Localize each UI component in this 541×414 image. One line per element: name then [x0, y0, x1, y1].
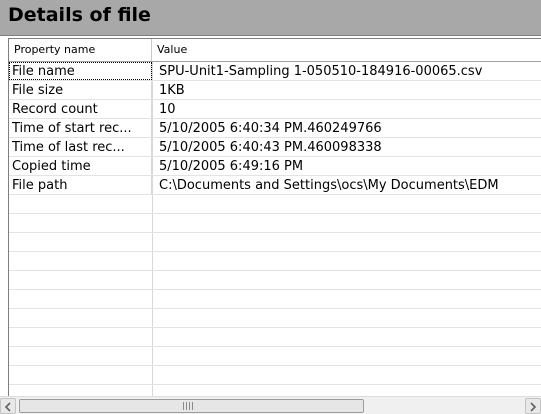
- value-cell[interactable]: 10: [152, 100, 541, 118]
- scroll-right-button[interactable]: [525, 398, 541, 414]
- property-cell[interactable]: File name: [9, 62, 152, 80]
- chevron-right-icon: [530, 402, 537, 412]
- empty-table-row: [9, 347, 541, 366]
- property-cell[interactable]: File path: [9, 176, 152, 194]
- file-details-panel: Details of file Property name Value File…: [0, 0, 541, 414]
- table-row[interactable]: Time of last rec... 5/10/2005 6:40:43 PM…: [9, 138, 541, 157]
- empty-table-row: [9, 366, 541, 385]
- empty-table-row: [9, 290, 541, 309]
- empty-table-row: [9, 214, 541, 233]
- table-row[interactable]: File size 1KB: [9, 81, 541, 100]
- panel-title: Details of file: [8, 4, 151, 26]
- value-cell[interactable]: 5/10/2005 6:49:16 PM: [152, 157, 541, 175]
- table-row[interactable]: Record count 10: [9, 100, 541, 119]
- table-row[interactable]: File path C:\Documents and Settings\ocs\…: [9, 176, 541, 195]
- property-cell[interactable]: Time of start rec...: [9, 119, 152, 137]
- table-header: Property name Value: [9, 39, 541, 62]
- value-cell[interactable]: 5/10/2005 6:40:34 PM.460249766: [152, 119, 541, 137]
- value-cell[interactable]: 5/10/2005 6:40:43 PM.460098338: [152, 138, 541, 156]
- grip-icon: [183, 402, 193, 410]
- empty-table-row: [9, 271, 541, 290]
- property-cell[interactable]: Copied time: [9, 157, 152, 175]
- table-row[interactable]: Time of start rec... 5/10/2005 6:40:34 P…: [9, 119, 541, 138]
- scrollbar-thumb[interactable]: [19, 399, 364, 413]
- value-cell[interactable]: SPU-Unit1-Sampling 1-050510-184916-00065…: [152, 62, 541, 80]
- property-cell[interactable]: Time of last rec...: [9, 138, 152, 156]
- empty-table-row: [9, 328, 541, 347]
- horizontal-scrollbar[interactable]: [0, 396, 541, 414]
- details-table: Property name Value File name SPU-Unit1-…: [8, 38, 541, 400]
- property-cell[interactable]: Record count: [9, 100, 152, 118]
- table-body: File name SPU-Unit1-Sampling 1-050510-18…: [9, 62, 541, 400]
- panel-header: Details of file: [0, 0, 541, 36]
- value-cell[interactable]: 1KB: [152, 81, 541, 99]
- empty-table-row: [9, 233, 541, 252]
- empty-table-row: [9, 195, 541, 214]
- column-header-property-name[interactable]: Property name: [9, 39, 152, 61]
- column-header-value[interactable]: Value: [152, 39, 541, 61]
- empty-table-row: [9, 309, 541, 328]
- empty-table-row: [9, 252, 541, 271]
- scroll-left-button[interactable]: [0, 398, 16, 414]
- chevron-left-icon: [4, 402, 11, 412]
- table-row[interactable]: Copied time 5/10/2005 6:49:16 PM: [9, 157, 541, 176]
- value-cell[interactable]: C:\Documents and Settings\ocs\My Documen…: [152, 176, 541, 194]
- table-row[interactable]: File name SPU-Unit1-Sampling 1-050510-18…: [9, 62, 541, 81]
- property-cell[interactable]: File size: [9, 81, 152, 99]
